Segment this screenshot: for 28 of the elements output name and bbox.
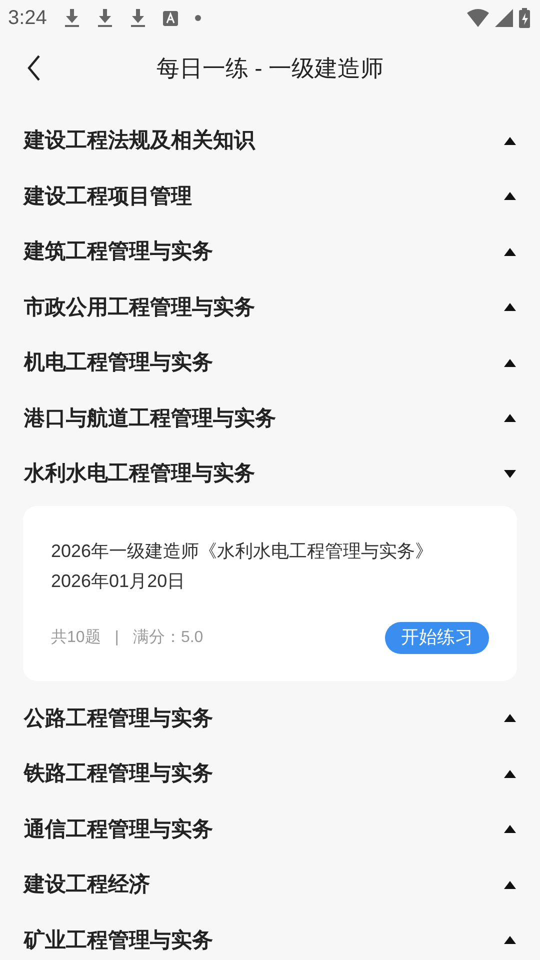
category-row[interactable]: 建设工程法规及相关知识 — [0, 113, 540, 168]
category-row[interactable]: 公路工程管理与实务 — [0, 690, 540, 746]
dot-icon — [194, 15, 201, 21]
category-row[interactable]: 铁路工程管理与实务 — [0, 746, 540, 802]
back-icon — [27, 55, 41, 81]
exercise-date: 2026年01月20日 — [51, 570, 186, 592]
category-row[interactable]: 通信工程管理与实务 — [0, 802, 540, 857]
download-icon — [130, 8, 146, 28]
keyboard-icon — [162, 10, 178, 26]
category-row[interactable]: 机电工程管理与实务 — [0, 335, 540, 390]
wifi-icon — [467, 9, 489, 27]
full-score: 满分：5.0 — [132, 628, 204, 648]
separator: | — [114, 628, 119, 648]
category-row[interactable]: 建设工程项目管理 — [0, 168, 540, 224]
signal-icon — [495, 9, 513, 27]
category-row[interactable]: 矿业工程管理与实务 — [0, 912, 540, 960]
category-row[interactable]: 市政公用工程管理与实务 — [0, 280, 540, 335]
download-icon — [96, 8, 113, 28]
category-row[interactable]: 建设工程经济 — [0, 857, 540, 912]
question-count: 共10题 — [51, 628, 101, 648]
exercise-title: 2026年一级建造师《水利水电工程管理与实务》 — [51, 540, 434, 562]
category-row[interactable]: 港口与航道工程管理与实务 — [0, 390, 540, 446]
status-time: 3:24 — [8, 6, 47, 31]
page-title: 每日一练 - 一级建造师 — [156, 54, 384, 83]
category-row[interactable]: 水利水电工程管理与实务 — [0, 446, 540, 502]
category-row[interactable]: 建筑工程管理与实务 — [0, 224, 540, 280]
battery-icon — [519, 8, 530, 28]
download-icon — [64, 8, 80, 28]
